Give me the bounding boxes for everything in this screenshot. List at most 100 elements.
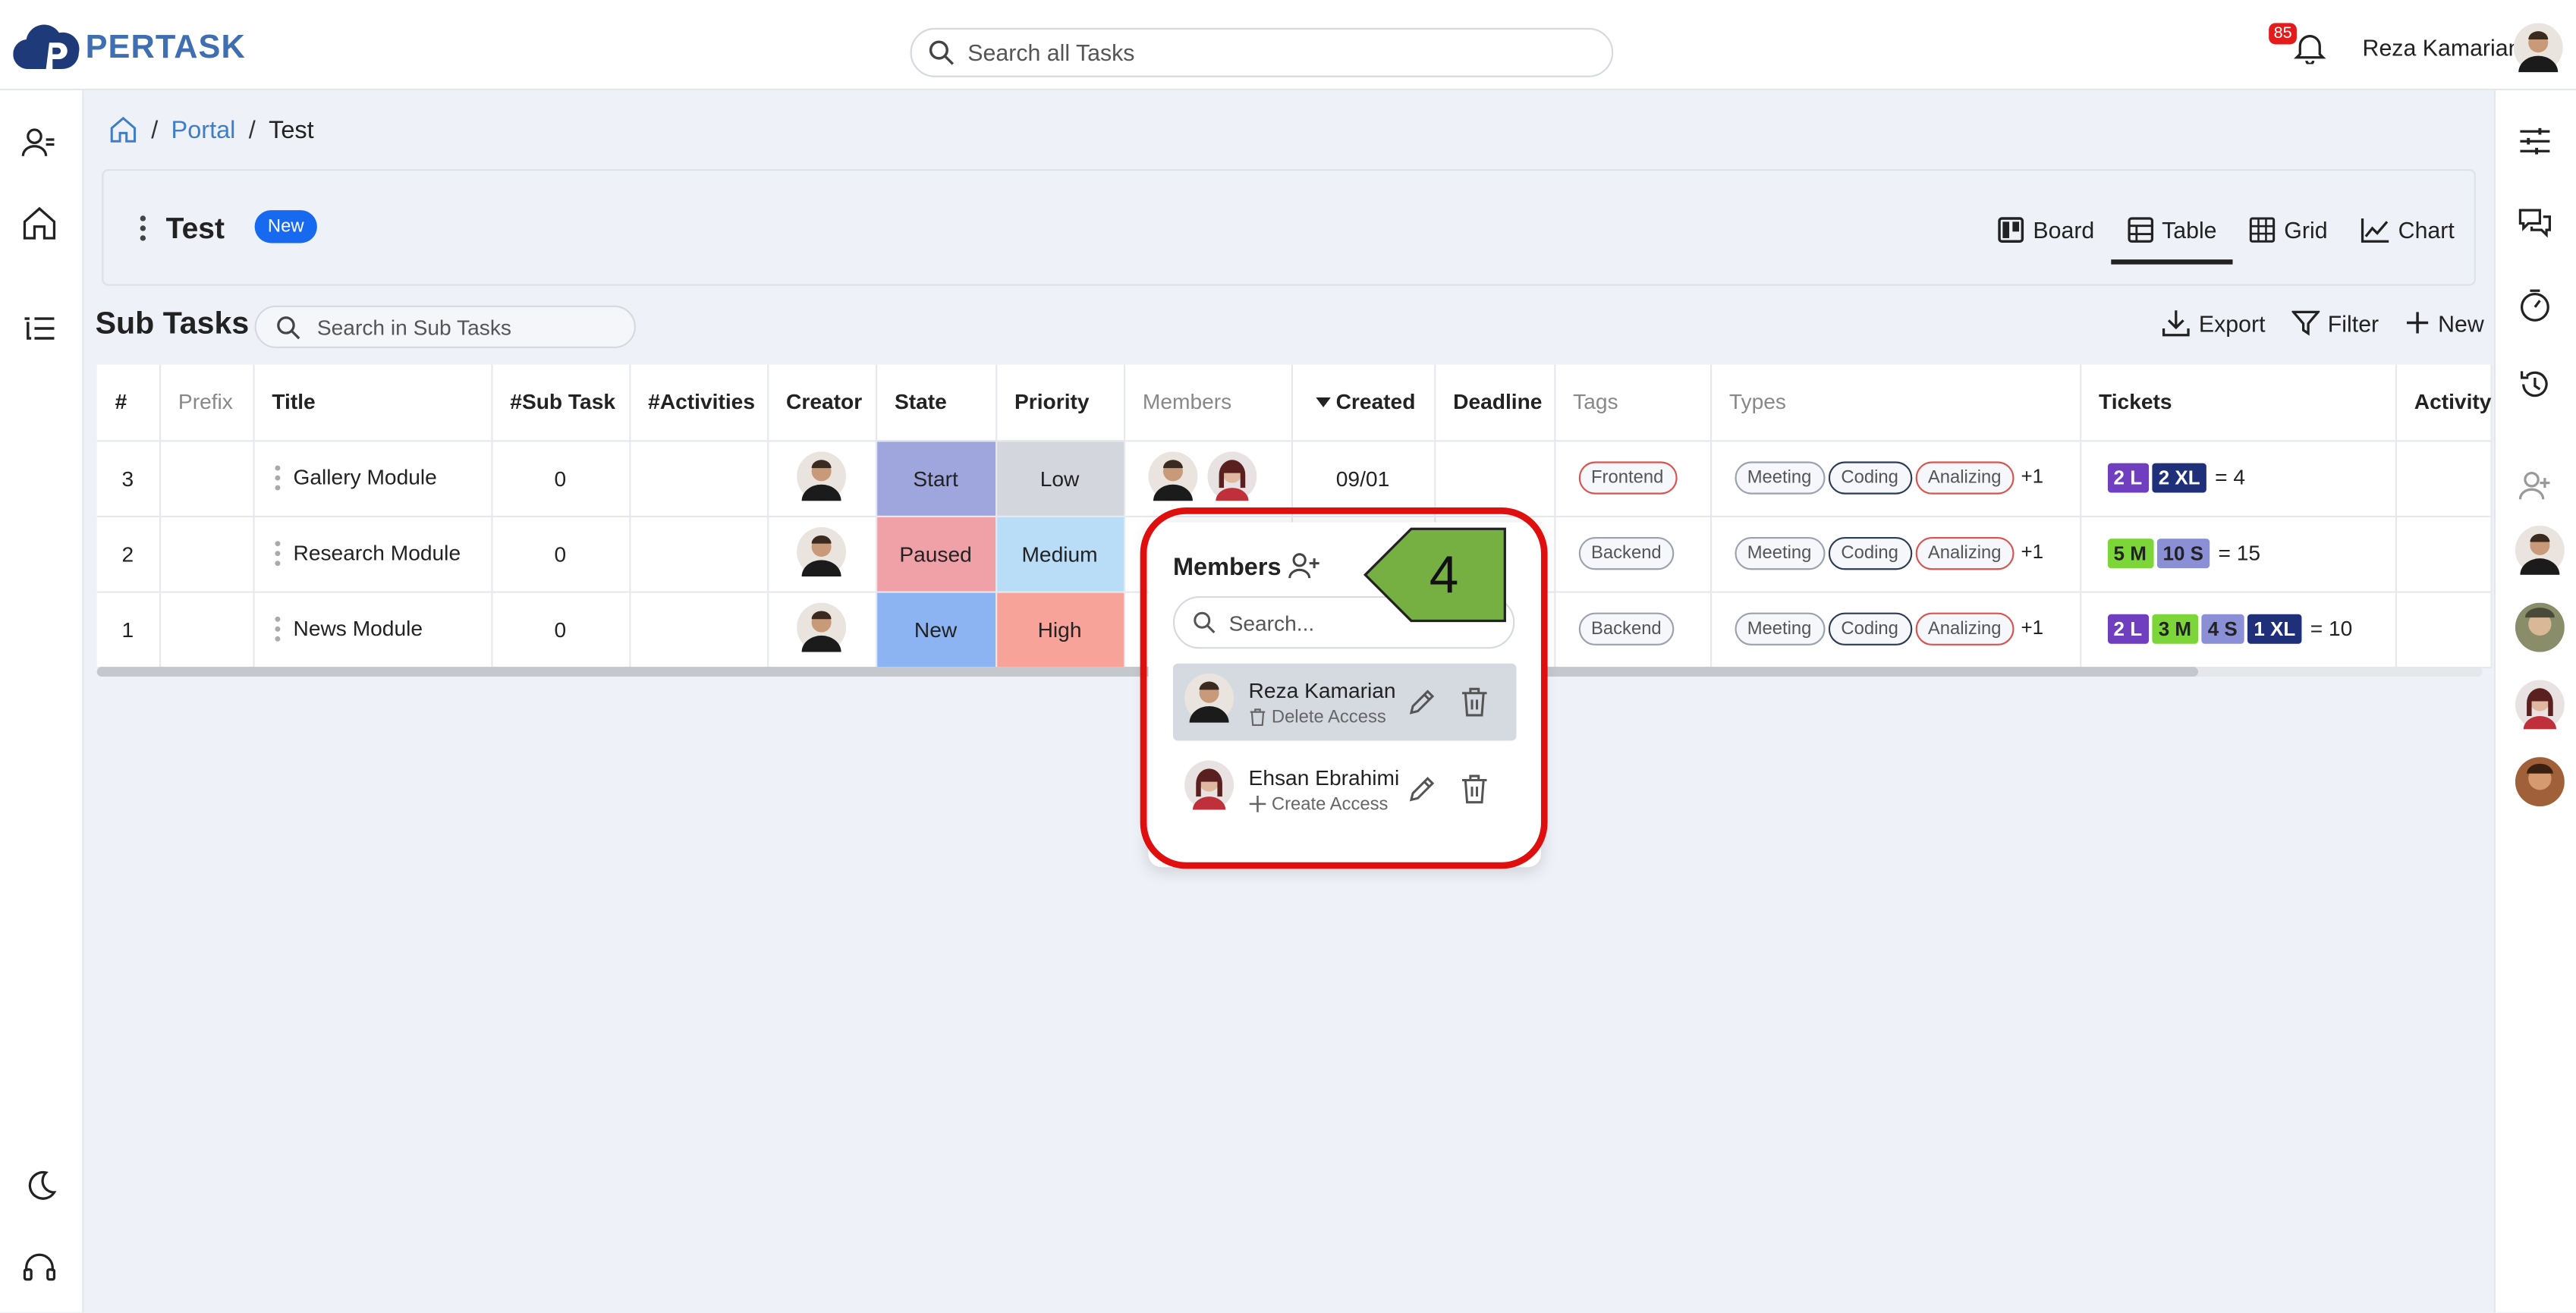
column-header[interactable]: #Activities xyxy=(629,364,769,441)
priority-cell[interactable]: Medium xyxy=(995,515,1125,592)
subtasks-search[interactable] xyxy=(254,305,636,349)
task-list-icon[interactable] xyxy=(21,312,58,348)
tags-cell[interactable]: Frontend xyxy=(1554,440,1712,517)
ticket-badge[interactable]: 2 L xyxy=(2106,614,2149,644)
row-title[interactable]: Gallery Module xyxy=(293,464,436,488)
prefix-cell[interactable] xyxy=(159,440,254,517)
edit-pencil-icon[interactable] xyxy=(1406,774,1437,805)
delete-trash-icon[interactable] xyxy=(1461,774,1489,805)
member-item[interactable]: Reza Kamarian Delete Access xyxy=(1172,663,1517,741)
priority-cell[interactable]: Low xyxy=(995,440,1125,517)
tags-cell[interactable]: Backend xyxy=(1554,515,1712,592)
scrollbar-thumb[interactable] xyxy=(96,667,2199,677)
tickets-cell[interactable]: 2 L2 XL = 4 xyxy=(2080,440,2396,517)
tab-chart[interactable]: Chart xyxy=(2344,171,2474,287)
types-more[interactable]: +1 xyxy=(2021,616,2044,639)
home-icon[interactable] xyxy=(21,206,58,242)
notification-button[interactable]: 85 xyxy=(2269,23,2326,72)
user-avatar[interactable] xyxy=(2513,23,2563,80)
column-header[interactable]: Members xyxy=(1123,364,1292,441)
column-header[interactable]: Prefix xyxy=(159,364,254,441)
title-cell[interactable]: Gallery Module xyxy=(253,440,492,517)
column-header[interactable]: Creator xyxy=(767,364,877,441)
column-header[interactable]: Priority xyxy=(995,364,1125,441)
tag-chip[interactable]: Backend xyxy=(1577,537,1675,570)
state-cell[interactable]: Paused xyxy=(876,515,997,592)
type-chip[interactable]: Meeting xyxy=(1734,461,1825,495)
tab-board[interactable]: Board xyxy=(1982,171,2111,287)
type-chip[interactable]: Analizing xyxy=(1914,461,2015,495)
column-header[interactable]: Tickets xyxy=(2080,364,2396,441)
title-cell[interactable]: Research Module xyxy=(253,515,492,592)
type-chip[interactable]: Meeting xyxy=(1734,612,1825,646)
member-avatar-4[interactable] xyxy=(2515,757,2565,815)
members-cell[interactable] xyxy=(1123,440,1292,517)
ticket-badge[interactable]: 10 S xyxy=(2156,539,2210,569)
state-cell[interactable]: New xyxy=(876,591,997,668)
export-button[interactable]: Export xyxy=(2162,309,2266,337)
drag-handle-icon[interactable] xyxy=(274,617,281,643)
column-header[interactable]: Types xyxy=(1709,364,2081,441)
ticket-badge[interactable]: 2 XL xyxy=(2152,463,2207,493)
type-chip[interactable]: Coding xyxy=(1828,461,1912,495)
tag-chip[interactable]: Backend xyxy=(1577,612,1675,646)
more-vertical-icon[interactable] xyxy=(140,215,146,242)
state-cell[interactable]: Start xyxy=(876,440,997,517)
users-icon[interactable] xyxy=(21,125,58,162)
drag-handle-icon[interactable] xyxy=(274,541,281,567)
creator-cell[interactable] xyxy=(767,515,877,592)
filter-button[interactable]: Filter xyxy=(2291,309,2379,337)
tab-table[interactable]: Table xyxy=(2110,171,2235,287)
column-header[interactable]: Activity xyxy=(2395,364,2493,441)
types-more[interactable]: +1 xyxy=(2021,540,2044,563)
types-cell[interactable]: Meeting Coding Analizing +1 xyxy=(1709,591,2081,668)
add-member-icon[interactable] xyxy=(2517,468,2553,504)
global-search[interactable] xyxy=(910,27,1614,77)
subtasks-search-input[interactable] xyxy=(316,314,613,340)
global-search-input[interactable] xyxy=(967,39,1559,66)
add-member-icon[interactable] xyxy=(1288,552,1321,582)
deadline-cell[interactable] xyxy=(1434,440,1555,517)
tag-chip[interactable]: Frontend xyxy=(1577,461,1677,495)
tab-grid[interactable]: Grid xyxy=(2233,171,2344,287)
ticket-badge[interactable]: 1 XL xyxy=(2247,614,2302,644)
type-chip[interactable]: Coding xyxy=(1828,537,1912,570)
type-chip[interactable]: Analizing xyxy=(1914,612,2015,646)
types-cell[interactable]: Meeting Coding Analizing +1 xyxy=(1709,440,2081,517)
type-chip[interactable]: Meeting xyxy=(1734,537,1825,570)
priority-cell[interactable]: High xyxy=(995,591,1125,668)
member-item[interactable]: Ehsan Ebrahimi Create Access xyxy=(1173,750,1517,828)
types-more[interactable]: +1 xyxy=(2021,465,2044,488)
table-row[interactable]: 3 Gallery Module 0 Start Low 09/01 Frontend Mee… xyxy=(96,440,2493,517)
ticket-badge[interactable]: 4 S xyxy=(2201,614,2244,644)
prefix-cell[interactable] xyxy=(159,515,254,592)
tags-cell[interactable]: Backend xyxy=(1554,591,1712,668)
column-header[interactable]: State xyxy=(876,364,997,441)
column-header[interactable]: Deadline xyxy=(1434,364,1555,441)
settings-sliders-icon[interactable] xyxy=(2517,123,2553,159)
row-title[interactable]: News Module xyxy=(293,615,423,639)
breadcrumb-portal-link[interactable]: Portal xyxy=(171,116,236,144)
dark-mode-icon[interactable] xyxy=(21,1167,58,1204)
app-logo[interactable]: PERTASK xyxy=(13,23,246,72)
column-header[interactable]: #Sub Task xyxy=(491,364,631,441)
member-avatar-1[interactable] xyxy=(2515,525,2565,583)
drag-handle-icon[interactable] xyxy=(274,465,281,492)
support-headset-icon[interactable] xyxy=(21,1250,58,1286)
edit-pencil-icon[interactable] xyxy=(1406,686,1437,718)
column-header[interactable]: Tags xyxy=(1554,364,1712,441)
delete-trash-icon[interactable] xyxy=(1461,686,1489,718)
column-header[interactable]: # xyxy=(96,364,161,441)
member-avatar-2[interactable] xyxy=(2515,602,2565,661)
type-chip[interactable]: Coding xyxy=(1828,612,1912,646)
member-avatar-3[interactable] xyxy=(2515,680,2565,737)
types-cell[interactable]: Meeting Coding Analizing +1 xyxy=(1709,515,2081,592)
column-header[interactable]: Title xyxy=(253,364,492,441)
ticket-badge[interactable]: 2 L xyxy=(2106,463,2149,493)
ticket-badge[interactable]: 3 M xyxy=(2152,614,2198,644)
type-chip[interactable]: Analizing xyxy=(1914,537,2015,570)
title-cell[interactable]: News Module xyxy=(253,591,492,668)
comments-icon[interactable] xyxy=(2517,206,2553,242)
timer-icon[interactable] xyxy=(2517,287,2553,324)
user-name[interactable]: Reza Kamarian xyxy=(2363,34,2521,61)
